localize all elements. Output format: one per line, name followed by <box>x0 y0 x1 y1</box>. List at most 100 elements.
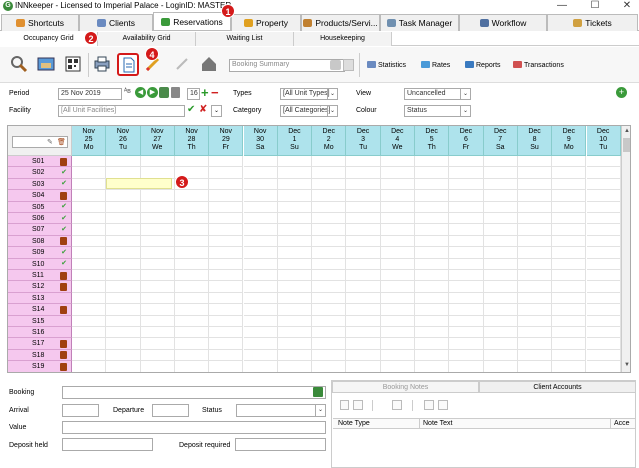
grid-cell[interactable] <box>209 167 244 179</box>
grid-cell[interactable] <box>415 349 450 362</box>
tab-housekeeping[interactable]: Housekeeping <box>294 32 392 46</box>
grid-cell[interactable] <box>106 156 141 168</box>
grid-cell[interactable] <box>140 304 175 316</box>
grid-cell[interactable] <box>346 281 381 293</box>
date-column-header[interactable]: Dec 7 Sa <box>483 126 518 156</box>
grid-cell[interactable] <box>209 361 244 372</box>
grid-cell[interactable] <box>415 281 450 293</box>
scroll-thumb[interactable] <box>623 138 630 152</box>
refresh-icon[interactable] <box>159 87 169 98</box>
grid-cell[interactable] <box>106 201 141 213</box>
grid-cell[interactable] <box>72 338 107 350</box>
grid-cell[interactable] <box>586 281 621 293</box>
grid-cell[interactable] <box>277 338 313 350</box>
grid-cell[interactable] <box>483 315 518 327</box>
facility-dropdown-button[interactable]: ⌄ <box>211 105 222 117</box>
grid-cell[interactable] <box>209 304 244 316</box>
grid-cell[interactable] <box>174 258 210 270</box>
grid-cell[interactable] <box>415 361 450 372</box>
decrease-icon[interactable]: − <box>211 85 219 100</box>
grid-cell[interactable] <box>449 178 484 191</box>
grid-cell[interactable] <box>586 178 621 191</box>
grid-cell[interactable] <box>72 258 107 270</box>
tab-clients[interactable]: Clients <box>79 14 153 31</box>
grid-cell[interactable] <box>243 281 278 293</box>
grid-cell[interactable] <box>243 224 278 236</box>
grid-cell[interactable] <box>552 270 587 282</box>
grid-cell[interactable] <box>140 156 175 168</box>
grid-cell[interactable] <box>483 235 518 248</box>
grid-cell[interactable] <box>415 258 450 270</box>
deposit-required-field[interactable] <box>235 438 326 451</box>
grid-cell[interactable] <box>415 304 450 316</box>
grid-cell[interactable] <box>277 292 313 305</box>
date-column-header[interactable]: Nov 28 Th <box>174 126 210 156</box>
grid-cell[interactable] <box>586 292 621 305</box>
grid-cell[interactable] <box>140 213 175 225</box>
print-button[interactable] <box>92 54 112 74</box>
grid-cell[interactable] <box>312 178 347 191</box>
grid-cell[interactable] <box>380 247 415 259</box>
calendar-text-icon[interactable]: ᴬʙ <box>124 88 134 98</box>
grid-cell[interactable] <box>106 361 141 372</box>
grid-search-box[interactable]: ✎ 🗑 <box>12 136 68 148</box>
grid-cell[interactable] <box>174 361 210 372</box>
grid-cell[interactable] <box>552 361 587 372</box>
grid-cell[interactable] <box>140 190 175 202</box>
grid-cell[interactable] <box>106 292 141 305</box>
grid-cell[interactable] <box>552 190 587 202</box>
grid-cell[interactable] <box>415 292 450 305</box>
grid-cell[interactable] <box>174 338 210 350</box>
grid-cell[interactable] <box>243 258 278 270</box>
grid-cell[interactable] <box>312 315 347 327</box>
grid-cell[interactable] <box>312 292 347 305</box>
home-button[interactable] <box>199 54 219 74</box>
increase-icon[interactable]: + <box>201 85 209 100</box>
clear-summary-button[interactable] <box>343 59 354 71</box>
grid-cell[interactable] <box>312 361 347 372</box>
grid-cell[interactable] <box>277 281 313 293</box>
tab-products-services[interactable]: Products/Servi... <box>301 14 380 31</box>
grid-cell[interactable] <box>174 224 210 236</box>
print-note-icon[interactable] <box>424 400 434 410</box>
grid-cell[interactable] <box>243 235 278 248</box>
grid-cell[interactable] <box>380 361 415 372</box>
grid-cell[interactable] <box>346 315 381 327</box>
copy-note-icon[interactable] <box>353 400 363 410</box>
types-dropdown[interactable]: [All Unit Types] ⌄ <box>280 88 338 100</box>
qr-code-button[interactable] <box>63 54 83 74</box>
grid-cell[interactable] <box>72 167 107 179</box>
grid-cell[interactable] <box>312 304 347 316</box>
grid-cell[interactable] <box>517 178 553 191</box>
grid-cell[interactable] <box>72 270 107 282</box>
grid-cell[interactable] <box>209 270 244 282</box>
grid-cell[interactable] <box>380 338 415 350</box>
grid-cell[interactable] <box>277 247 313 259</box>
grid-cell[interactable] <box>106 338 141 350</box>
search-button[interactable] <box>9 54 29 74</box>
grid-cell[interactable] <box>380 190 415 202</box>
grid-cell[interactable] <box>415 235 450 248</box>
add-icon[interactable]: + <box>616 87 627 98</box>
grid-cell[interactable] <box>517 167 553 179</box>
date-column-header[interactable]: Dec 9 Mo <box>552 126 587 156</box>
grid-cell[interactable] <box>586 213 621 225</box>
grid-cell[interactable] <box>415 270 450 282</box>
grid-cell[interactable] <box>517 361 553 372</box>
grid-cell[interactable] <box>140 361 175 372</box>
grid-cell[interactable] <box>552 327 587 339</box>
grid-cell[interactable] <box>312 201 347 213</box>
grid-cell[interactable] <box>72 315 107 327</box>
grid-cell[interactable] <box>586 156 621 168</box>
grid-cell[interactable] <box>552 156 587 168</box>
trash-icon[interactable]: 🗑 <box>57 138 66 146</box>
grid-cell[interactable] <box>243 315 278 327</box>
grid-cell[interactable] <box>277 304 313 316</box>
grid-cell[interactable] <box>380 270 415 282</box>
lock-icon[interactable] <box>330 60 341 70</box>
grid-cell[interactable] <box>106 258 141 270</box>
booking-lookup-icon[interactable] <box>313 387 323 397</box>
grid-cell[interactable] <box>380 156 415 168</box>
grid-cell[interactable] <box>106 349 141 362</box>
grid-cell[interactable] <box>72 213 107 225</box>
